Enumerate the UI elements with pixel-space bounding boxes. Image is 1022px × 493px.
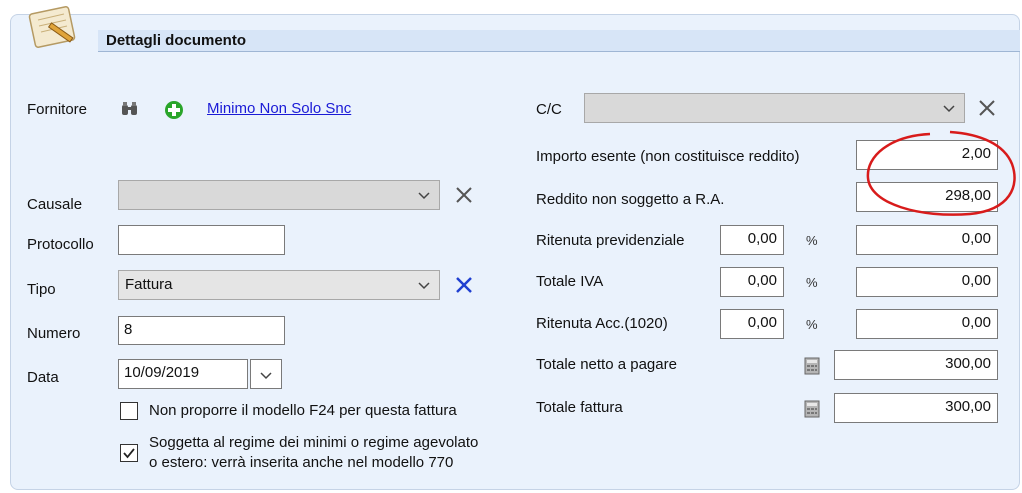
ritenuta-prev-pct-field[interactable]: 0,00 <box>720 225 784 255</box>
ritenuta-acc-pct-field[interactable]: 0,00 <box>720 309 784 339</box>
ritenuta-prev-field[interactable]: 0,00 <box>856 225 998 255</box>
importo-esente-label: Importo esente (non costituisce reddito) <box>536 148 800 165</box>
add-green-icon[interactable] <box>164 100 184 120</box>
chevron-down-icon <box>260 372 272 380</box>
date-field[interactable]: 10/09/2019 <box>118 359 248 389</box>
close-icon[interactable] <box>454 185 474 205</box>
fornitore-label: Fornitore <box>27 101 88 118</box>
numero-label: Numero <box>27 325 81 342</box>
totale-netto-label: Totale netto a pagare <box>536 356 677 373</box>
protocollo-field[interactable] <box>118 225 285 255</box>
totale-fattura-label: Totale fattura <box>536 399 623 416</box>
causale-label: Causale <box>27 196 83 213</box>
protocollo-label: Protocollo <box>27 236 94 253</box>
fornitore-link[interactable]: Minimo Non Solo Snc <box>207 100 351 117</box>
totale-netto-field[interactable]: 300,00 <box>834 350 998 380</box>
tipo-select[interactable]: Fattura <box>118 270 440 300</box>
page-title: Dettagli documento <box>106 32 247 49</box>
ritenuta-acc-field[interactable]: 0,00 <box>856 309 998 339</box>
tipo-value: Fattura <box>125 276 173 293</box>
numero-field[interactable]: 8 <box>118 316 285 345</box>
totale-iva-pct-field[interactable]: 0,00 <box>720 267 784 297</box>
ritenuta-prev-label: Ritenuta previdenziale <box>536 232 685 249</box>
totale-iva-label: Totale IVA <box>536 273 604 290</box>
percent-label: % <box>806 275 818 290</box>
data-label: Data <box>27 369 59 386</box>
document-notepad-icon <box>28 6 76 48</box>
regime-checkbox-label-line2: o estero: verrà inserita anche nel model… <box>149 454 454 471</box>
calculator-icon[interactable] <box>804 357 820 375</box>
percent-label: % <box>806 233 818 248</box>
tipo-label: Tipo <box>27 281 56 298</box>
date-picker-button[interactable] <box>250 359 282 389</box>
regime-checkbox-label-line1: Soggetta al regime dei minimi o regime a… <box>149 434 479 451</box>
checkmark-icon <box>123 448 135 459</box>
chevron-down-icon <box>943 105 955 113</box>
reddito-field[interactable]: 298,00 <box>856 182 998 212</box>
close-icon[interactable] <box>454 275 474 295</box>
percent-label: % <box>806 317 818 332</box>
calculator-icon[interactable] <box>804 400 820 418</box>
ritenuta-acc-label: Ritenuta Acc.(1020) <box>536 315 668 332</box>
cc-select[interactable] <box>584 93 965 123</box>
totale-iva-field[interactable]: 0,00 <box>856 267 998 297</box>
chevron-down-icon <box>418 192 430 200</box>
regime-checkbox[interactable] <box>120 444 138 462</box>
importo-esente-field[interactable]: 2,00 <box>856 140 998 170</box>
cc-label: C/C <box>536 101 562 118</box>
f24-checkbox[interactable] <box>120 402 138 420</box>
binoculars-icon[interactable] <box>120 100 140 118</box>
chevron-down-icon <box>418 282 430 290</box>
reddito-label: Reddito non soggetto a R.A. <box>536 191 725 208</box>
f24-checkbox-label: Non proporre il modello F24 per questa f… <box>149 402 457 419</box>
causale-select[interactable] <box>118 180 440 210</box>
close-icon[interactable] <box>977 98 997 118</box>
totale-fattura-field[interactable]: 300,00 <box>834 393 998 423</box>
